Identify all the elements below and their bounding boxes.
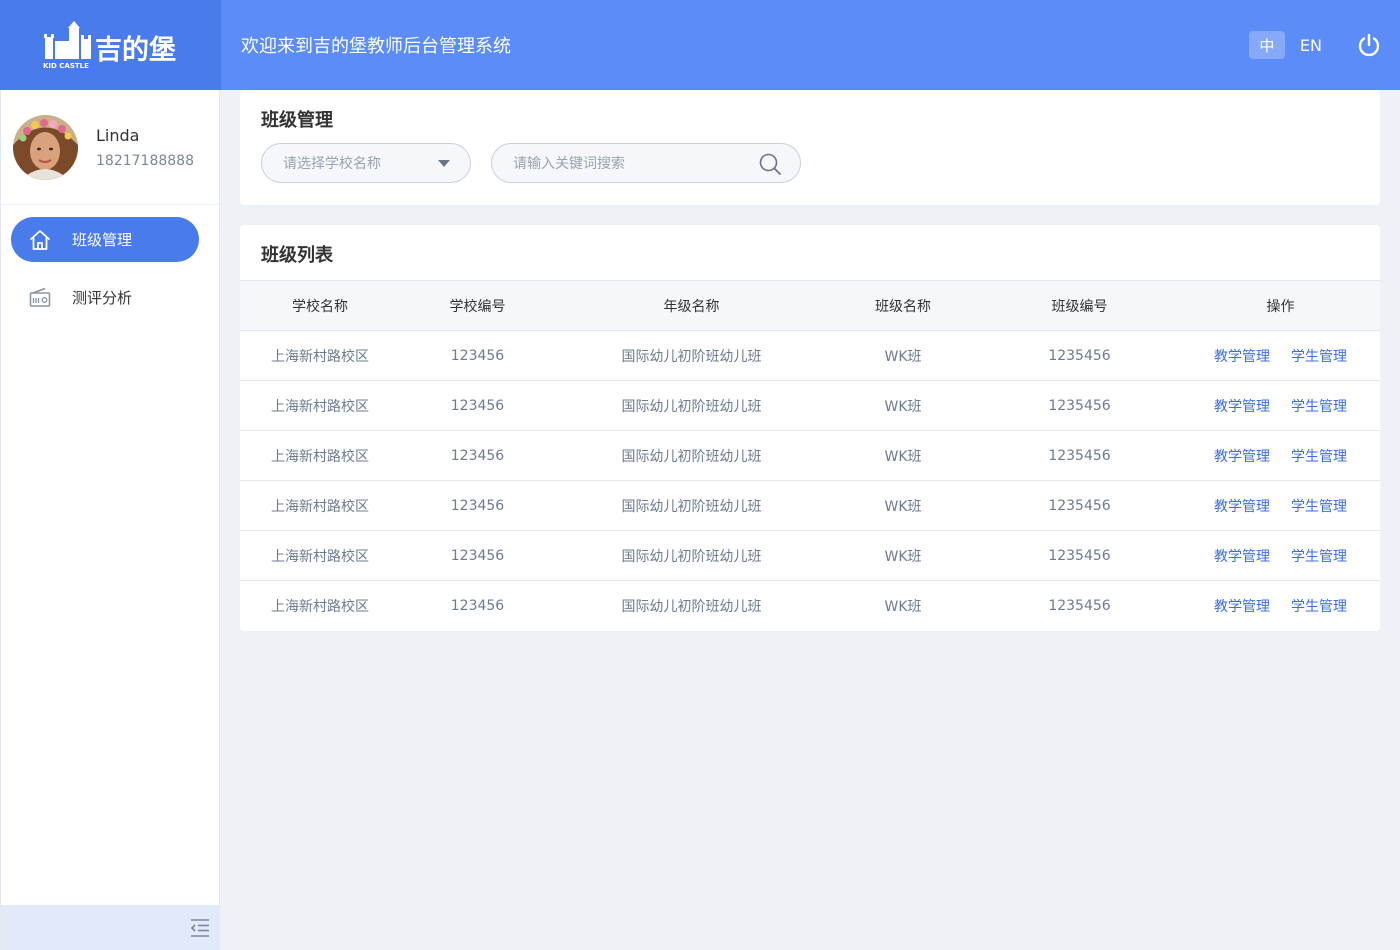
menu-collapse-icon[interactable] [189,917,211,939]
sidebar-item-class-management[interactable]: 班级管理 [11,217,199,262]
student-management-link[interactable]: 学生管理 [1291,346,1347,366]
cell-class-no: 1235456 [1048,497,1111,514]
cell-actions: 教学管理 学生管理 [1181,346,1380,366]
student-management-link[interactable]: 学生管理 [1291,446,1347,466]
cell-school-no: 123456 [450,547,505,564]
student-management-link[interactable]: 学生管理 [1291,546,1347,566]
filter-panel: 班级管理 请选择学校名称 请输入关键词搜索 [240,90,1380,205]
column-header-class-name: 班级名称 [875,298,931,315]
home-icon [27,227,53,253]
cell-school-no: 123456 [450,447,505,464]
top-bar-actions: 中 EN [1248,31,1382,59]
table-row: 上海新村路校区 123456 国际幼儿初阶班幼儿班 WK班 1235456 教学… [240,431,1380,481]
cell-school-no: 123456 [450,347,505,364]
user-phone: 18217188888 [96,152,194,169]
cell-actions: 教学管理 学生管理 [1181,496,1380,516]
avatar[interactable] [13,114,78,180]
teaching-management-link[interactable]: 教学管理 [1214,396,1270,416]
table-header: 学校名称 学校编号 年级名称 班级名称 班级编号 操作 [240,281,1380,331]
table-body: 上海新村路校区 123456 国际幼儿初阶班幼儿班 WK班 1235456 教学… [240,331,1380,631]
sidebar-item-label: 测评分析 [72,289,133,307]
sidebar: Linda 18217188888 班级管理 测评分析 [0,90,220,950]
teaching-management-link[interactable]: 教学管理 [1214,346,1270,366]
cell-school-no: 123456 [450,598,505,614]
cell-actions: 教学管理 学生管理 [1181,596,1380,616]
school-select[interactable]: 请选择学校名称 [261,143,471,183]
table-row: 上海新村路校区 123456 国际幼儿初阶班幼儿班 WK班 1235456 教学… [240,331,1380,381]
cell-class-no: 1235456 [1048,397,1111,414]
class-list-panel: 班级列表 学校名称 学校编号 年级名称 班级名称 班级编号 操作 上海新村路校区… [240,225,1380,631]
cell-class-no: 1235456 [1048,547,1111,564]
cell-school-name: 上海新村路校区 [271,548,369,565]
kid-castle-logo: KID CASTLE 吉的堡 [43,21,176,70]
table-row: 上海新村路校区 123456 国际幼儿初阶班幼儿班 WK班 1235456 教学… [240,581,1380,631]
filter-panel-title: 班级管理 [261,110,333,131]
chevron-down-icon [438,160,450,167]
logo: KID CASTLE 吉的堡 [0,0,221,90]
user-profile: Linda 18217188888 [1,90,219,205]
search-icon[interactable] [758,152,782,176]
school-select-placeholder: 请选择学校名称 [283,156,381,172]
cell-class-no: 1235456 [1048,347,1111,364]
table-row: 上海新村路校区 123456 国际幼儿初阶班幼儿班 WK班 1235456 教学… [240,381,1380,431]
svg-text:KID CASTLE: KID CASTLE [43,62,89,70]
logo-text: 吉的堡 [95,34,176,66]
search-placeholder: 请输入关键词搜索 [513,156,625,172]
student-management-link[interactable]: 学生管理 [1291,496,1347,516]
class-list-title: 班级列表 [261,245,333,266]
cell-school-name: 上海新村路校区 [271,498,369,515]
cell-actions: 教学管理 学生管理 [1181,396,1380,416]
cell-school-name: 上海新村路校区 [271,348,369,365]
cell-school-no: 123456 [450,397,505,414]
cell-class-no: 1235456 [1048,447,1111,464]
radio-icon [27,285,53,311]
teaching-management-link[interactable]: 教学管理 [1214,596,1270,616]
cell-class-name: WK班 [884,448,922,465]
table-row: 上海新村路校区 123456 国际幼儿初阶班幼儿班 WK班 1235456 教学… [240,481,1380,531]
cell-class-name: WK班 [884,599,922,615]
user-name: Linda [96,125,140,145]
column-header-school-name: 学校名称 [292,298,348,315]
teaching-management-link[interactable]: 教学管理 [1214,496,1270,516]
lang-en-button[interactable]: EN [1300,36,1322,55]
teaching-management-link[interactable]: 教学管理 [1214,546,1270,566]
column-header-class-no: 班级编号 [1051,298,1108,315]
column-header-actions: 操作 [1266,298,1295,315]
table-row: 上海新村路校区 123456 国际幼儿初阶班幼儿班 WK班 1235456 教学… [240,531,1380,581]
cell-class-name: WK班 [884,498,922,515]
top-bar: 欢迎来到吉的堡教师后台管理系统 中 EN [221,0,1400,90]
cell-grade-name: 国际幼儿初阶班幼儿班 [621,348,762,365]
cell-school-name: 上海新村路校区 [271,448,369,465]
sidebar-collapse-bar[interactable] [1,905,219,950]
cell-grade-name: 国际幼儿初阶班幼儿班 [621,599,762,615]
cell-school-name: 上海新村路校区 [271,398,369,415]
lang-zh-button[interactable]: 中 [1248,31,1285,59]
column-header-grade-name: 年级名称 [663,298,720,315]
student-management-link[interactable]: 学生管理 [1291,596,1347,616]
power-icon[interactable] [1356,32,1382,58]
sidebar-item-label: 班级管理 [72,231,133,249]
teaching-management-link[interactable]: 教学管理 [1214,446,1270,466]
cell-class-name: WK班 [884,348,922,365]
welcome-title: 欢迎来到吉的堡教师后台管理系统 [241,36,511,57]
cell-class-no: 1235456 [1048,598,1111,614]
student-management-link[interactable]: 学生管理 [1291,396,1347,416]
column-header-school-no: 学校编号 [449,298,506,315]
cell-grade-name: 国际幼儿初阶班幼儿班 [621,448,762,465]
search-input[interactable]: 请输入关键词搜索 [491,143,801,183]
cell-actions: 教学管理 学生管理 [1181,546,1380,566]
class-table: 学校名称 学校编号 年级名称 班级名称 班级编号 操作 上海新村路校区 1234… [240,280,1380,631]
cell-class-name: WK班 [884,398,922,415]
cell-grade-name: 国际幼儿初阶班幼儿班 [621,498,762,515]
cell-class-name: WK班 [884,548,922,565]
cell-school-name: 上海新村路校区 [271,599,369,615]
cell-grade-name: 国际幼儿初阶班幼儿班 [621,548,762,565]
cell-actions: 教学管理 学生管理 [1181,446,1380,466]
cell-grade-name: 国际幼儿初阶班幼儿班 [621,398,762,415]
cell-school-no: 123456 [450,497,505,514]
sidebar-item-assessment-analysis[interactable]: 测评分析 [11,275,199,320]
